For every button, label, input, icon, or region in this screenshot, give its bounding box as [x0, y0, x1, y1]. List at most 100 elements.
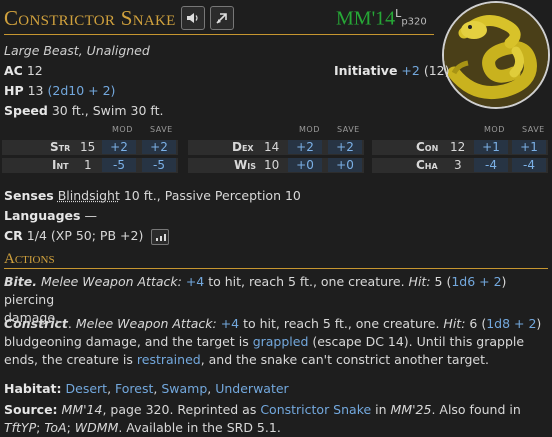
source-info: Source: MM'14, page 320. Reprinted as Co… — [4, 401, 548, 437]
hit-label: Hit: — [443, 316, 466, 331]
damage-roll[interactable]: 1d8 + 2 — [486, 316, 536, 331]
action-name: Constrict — [4, 316, 68, 331]
ability-con: Con 12 +1 +1 — [372, 140, 548, 155]
source-text: . Also found in — [431, 402, 521, 417]
action-text: , and the snake can't constrict another … — [200, 352, 489, 367]
habitat: Habitat: Desert, Forest, Swamp, Underwat… — [4, 381, 289, 396]
senses: Senses Blindsight 10 ft., Passive Percep… — [4, 188, 301, 203]
ability-row-2: Int 1 -5 -5 Wis 10 +0 +0 Cha 3 -4 -4 — [2, 158, 548, 173]
save-header: SAVE — [150, 125, 173, 134]
source-code[interactable]: MM'14 — [336, 8, 395, 30]
speaker-icon — [186, 13, 198, 23]
habitat-label: Habitat: — [4, 381, 62, 396]
ability-save-roll[interactable]: +2 — [328, 140, 362, 154]
mod-header: MOD — [299, 125, 320, 134]
ability-save-roll[interactable]: -5 — [142, 158, 176, 172]
ability-mod-roll[interactable]: +2 — [288, 140, 322, 154]
ability-score: 1 — [84, 158, 92, 172]
pin-button[interactable] — [209, 6, 234, 30]
cr-value: 1/4 (XP 50; PB +2) — [26, 228, 144, 243]
attack-bonus-roll[interactable]: +4 — [221, 316, 239, 331]
creature-name: Constrictor Snake — [4, 5, 176, 30]
initiative: Initiative +2 (12) — [334, 63, 450, 78]
save-header: SAVE — [337, 125, 360, 134]
reprint-link[interactable]: Constrictor Snake — [260, 402, 371, 417]
initiative-label: Initiative — [334, 63, 398, 78]
initiative-roll[interactable]: +2 — [401, 63, 419, 78]
save-header: SAVE — [522, 125, 545, 134]
action-text: to hit, reach 5 ft., one creature. — [204, 274, 409, 289]
hp-value: 13 — [27, 83, 44, 98]
action-text: ends, the creature is — [4, 352, 137, 367]
creature-portrait[interactable] — [442, 1, 550, 109]
restrained-link[interactable]: restrained — [137, 352, 201, 367]
habitat-link[interactable]: Underwater — [215, 381, 288, 396]
damage-roll[interactable]: 1d6 + 2 — [451, 274, 501, 289]
ability-name: Int — [52, 158, 69, 172]
ability-mod-roll[interactable]: +2 — [102, 140, 136, 154]
languages-value: — — [84, 208, 97, 223]
source-text: ; — [66, 420, 75, 435]
pin-icon — [216, 12, 227, 24]
ability-save-roll[interactable]: +0 — [328, 158, 362, 172]
speed-label: Speed — [4, 103, 48, 118]
ability-str: Str 15 +2 +2 — [2, 140, 178, 155]
grappled-link[interactable]: grappled — [253, 334, 309, 349]
habitat-link[interactable]: Desert — [66, 381, 108, 396]
source-text: . Available in the SRD 5.1. — [118, 420, 281, 435]
action-text: ) — [536, 316, 542, 331]
xp-chart-button[interactable] — [151, 228, 170, 245]
ability-name: Wis — [234, 158, 256, 172]
action-text: 5 ( — [430, 274, 452, 289]
languages: Languages — — [4, 208, 97, 223]
source-text: in — [371, 402, 391, 417]
ability-save-roll[interactable]: +2 — [142, 140, 176, 154]
habitat-link[interactable]: Forest — [115, 381, 153, 396]
ability-save-roll[interactable]: +1 — [512, 140, 546, 154]
ability-dex: Dex 14 +2 +2 — [188, 140, 364, 155]
source-page: p320 — [401, 16, 427, 28]
source-text: , page 320. Reprinted as — [102, 402, 261, 417]
mod-header: MOD — [484, 125, 505, 134]
creature-type: Large Beast, Unaligned — [4, 43, 150, 58]
ability-save-roll[interactable]: -4 — [512, 158, 546, 172]
ability-name: Dex — [232, 140, 254, 154]
ability-name: Con — [416, 140, 439, 154]
source-tag[interactable]: MM'14Lp320 — [336, 7, 427, 31]
source-book: TftYP — [4, 420, 37, 435]
ability-mod-roll[interactable]: -4 — [474, 158, 508, 172]
action-text: to hit, reach 5 ft., one creature. — [239, 316, 444, 331]
ability-cha: Cha 3 -4 -4 — [372, 158, 548, 173]
snake-illustration — [444, 3, 548, 107]
hit-points: HP 13 (2d10 + 2) — [4, 83, 115, 98]
hp-formula-roll[interactable]: (2d10 + 2) — [48, 83, 116, 98]
speed-value: 30 ft., Swim 30 ft. — [51, 103, 164, 118]
initiative-score: (12) — [423, 63, 450, 78]
action-text: 6 ( — [465, 316, 487, 331]
source-book: WDMM — [74, 420, 119, 435]
actions-divider — [4, 268, 548, 269]
ability-score: 15 — [80, 140, 96, 154]
header-divider — [4, 34, 434, 35]
source-label: Source: — [4, 402, 58, 417]
ac-label: AC — [4, 63, 23, 78]
ability-name: Cha — [416, 158, 438, 172]
blindsight-link[interactable]: Blindsight — [58, 188, 120, 203]
hp-label: HP — [4, 83, 24, 98]
attack-type: Melee Weapon Attack: — [41, 274, 182, 289]
speak-button[interactable] — [180, 6, 205, 30]
attack-bonus-roll[interactable]: +4 — [186, 274, 204, 289]
attack-type: Melee Weapon Attack: — [75, 316, 217, 331]
senses-value: 10 ft., Passive Perception 10 — [119, 188, 301, 203]
ability-mod-roll[interactable]: +1 — [474, 140, 508, 154]
ability-mod-roll[interactable]: +0 — [288, 158, 322, 172]
statblock-header: Constrictor Snake — [4, 3, 234, 33]
source-book: ToA — [44, 420, 67, 435]
habitat-link[interactable]: Swamp — [161, 381, 207, 396]
action-text: (escape DC 14). Until this grapple — [308, 334, 525, 349]
ability-score: 14 — [264, 140, 280, 154]
speed: Speed 30 ft., Swim 30 ft. — [4, 103, 163, 118]
cr-label: CR — [4, 228, 23, 243]
ability-mod-roll[interactable]: -5 — [102, 158, 136, 172]
ac-value: 12 — [26, 63, 43, 78]
